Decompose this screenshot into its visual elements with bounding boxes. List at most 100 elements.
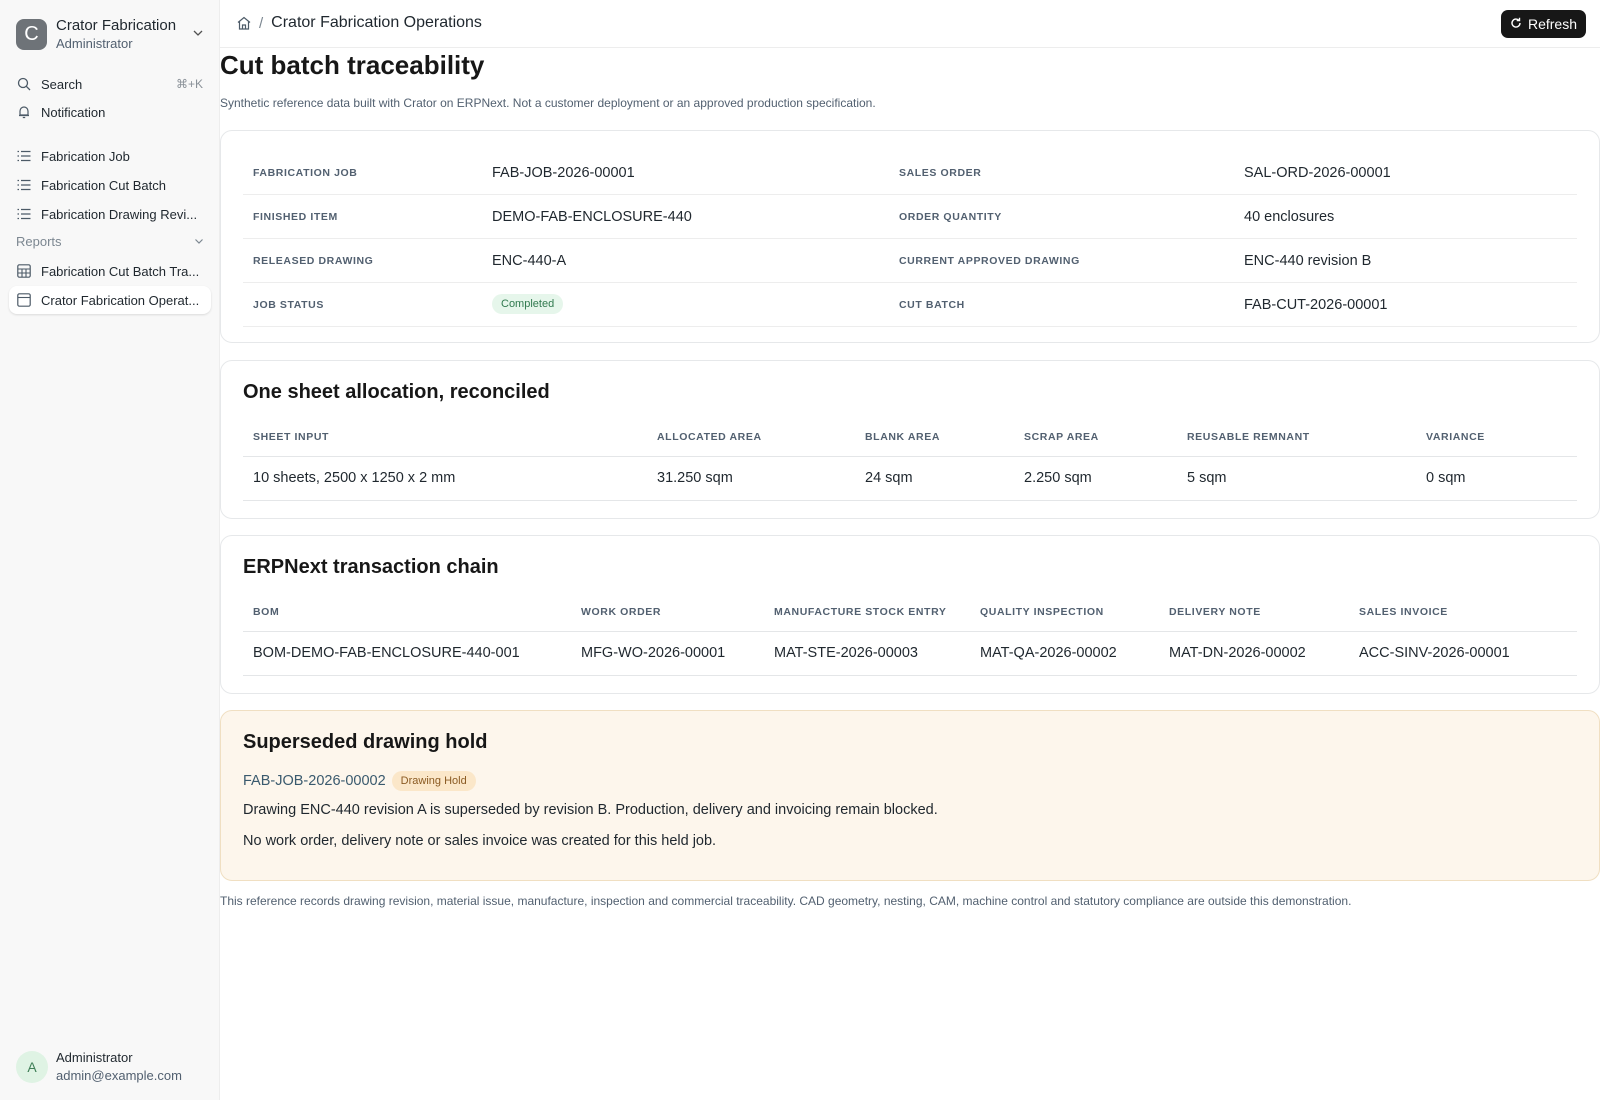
column-header: BOM	[253, 606, 280, 618]
list-icon	[16, 148, 32, 164]
user-name: Administrator	[56, 1050, 133, 1065]
cut-batch-link[interactable]: FAB-CUT-2026-00001	[1244, 297, 1387, 313]
chevron-down-icon	[194, 234, 204, 249]
transaction-chain-card: ERPNext transaction chain BOM WORK ORDER…	[220, 535, 1600, 694]
sales-order-label: SALES ORDER	[899, 166, 982, 179]
sidebar-search[interactable]: Search ⌘+K	[9, 70, 211, 98]
sidebar-item-label: Crator Fabrication Operat...	[41, 292, 200, 308]
released-drawing-link[interactable]: ENC-440-A	[492, 253, 566, 269]
quality-inspection-link[interactable]: MAT-QA-2026-00002	[980, 645, 1117, 661]
stock-entry-link[interactable]: MAT-STE-2026-00003	[774, 645, 918, 661]
workspace-role: Administrator	[56, 36, 133, 51]
sales-invoice-link[interactable]: ACC-SINV-2026-00001	[1359, 645, 1510, 661]
held-job-link[interactable]: FAB-JOB-2026-00002	[243, 773, 386, 789]
order-quantity-label: ORDER QUANTITY	[899, 210, 1002, 223]
status-badge: Completed	[492, 294, 564, 314]
sidebar-item-fabrication-drawing-revision[interactable]: Fabrication Drawing Revi...	[9, 200, 211, 228]
held-job: FAB-JOB-2026-00002 Drawing Hold	[243, 771, 476, 791]
refresh-icon	[1510, 16, 1522, 32]
breadcrumb-current[interactable]: Crator Fabrication Operations	[271, 14, 482, 32]
order-quantity-value: 40 enclosures	[1244, 208, 1335, 225]
column-header: WORK ORDER	[581, 606, 662, 618]
hold-title: Superseded drawing hold	[243, 731, 488, 753]
sidebar: C Crator Fabrication Administrator Searc…	[0, 0, 220, 1100]
job-status-label: JOB STATUS	[253, 298, 324, 311]
sales-order-link[interactable]: SAL-ORD-2026-00001	[1244, 165, 1391, 181]
reusable-remnant-cell: 5 sqm	[1187, 470, 1227, 486]
column-header: MANUFACTURE STOCK ENTRY	[774, 606, 947, 618]
released-drawing-label: RELEASED DRAWING	[253, 254, 374, 267]
page-title: Cut batch traceability	[220, 50, 485, 80]
hold-note: No work order, delivery note or sales in…	[243, 833, 717, 849]
workspace-switcher[interactable]: C Crator Fabrication Administrator	[16, 14, 206, 54]
topbar: / Crator Fabrication Operations Refresh	[220, 0, 1600, 48]
summary-row: JOB STATUS Completed CUT BATCH FAB-CUT-2…	[243, 283, 1577, 327]
search-shortcut: ⌘+K	[175, 77, 203, 91]
reports-label: Reports	[16, 234, 62, 249]
finished-item-link[interactable]: DEMO-FAB-ENCLOSURE-440	[492, 209, 692, 225]
breadcrumb: / Crator Fabrication Operations	[236, 14, 482, 32]
column-header: SCRAP AREA	[1024, 431, 1099, 443]
finished-item-label: FINISHED ITEM	[253, 210, 338, 223]
sidebar-item-label: Fabrication Cut Batch Tra...	[41, 263, 200, 279]
sidebar-item-fabrication-cut-batch[interactable]: Fabrication Cut Batch	[9, 171, 211, 199]
avatar: A	[16, 1051, 48, 1083]
status-badge: Drawing Hold	[391, 771, 476, 791]
sidebar-item-cut-batch-report[interactable]: Fabrication Cut Batch Tra...	[9, 257, 211, 285]
delivery-note-link[interactable]: MAT-DN-2026-00002	[1169, 645, 1306, 661]
table-header: BOM WORK ORDER MANUFACTURE STOCK ENTRY Q…	[243, 592, 1577, 632]
bom-link[interactable]: BOM-DEMO-FAB-ENCLOSURE-440-001	[253, 645, 520, 661]
allocation-title: One sheet allocation, reconciled	[243, 381, 550, 403]
list-icon	[16, 177, 32, 193]
summary-grid: FABRICATION JOB FAB-JOB-2026-00001 SALES…	[243, 151, 1577, 327]
sidebar-item-label: Fabrication Cut Batch	[41, 177, 167, 193]
user-email: admin@example.com	[56, 1068, 182, 1083]
sidebar-item-label: Fabrication Drawing Revi...	[41, 206, 198, 222]
column-header: BLANK AREA	[865, 431, 941, 443]
chain-title: ERPNext transaction chain	[243, 556, 499, 578]
column-header: SALES INVOICE	[1359, 606, 1448, 618]
blank-area-cell: 24 sqm	[865, 470, 913, 486]
drawing-hold-card: Superseded drawing hold FAB-JOB-2026-000…	[220, 710, 1600, 881]
page-footnote: This reference records drawing revision,…	[220, 894, 1352, 908]
allocated-area-cell: 31.250 sqm	[657, 470, 733, 486]
column-header: ALLOCATED AREA	[657, 431, 762, 443]
refresh-button[interactable]: Refresh	[1500, 10, 1586, 38]
summary-card: FABRICATION JOB FAB-JOB-2026-00001 SALES…	[220, 130, 1600, 343]
current-drawing-link[interactable]: ENC-440 revision B	[1244, 253, 1371, 269]
fabrication-job-link[interactable]: FAB-JOB-2026-00001	[492, 165, 635, 181]
sidebar-item-fabrication-job[interactable]: Fabrication Job	[9, 142, 211, 170]
job-status-value: Completed	[492, 294, 564, 314]
workspace-name: Crator Fabrication	[56, 17, 177, 34]
bell-icon	[16, 104, 32, 120]
page-subtitle: Synthetic reference data built with Crat…	[220, 96, 876, 110]
column-header: QUALITY INSPECTION	[980, 606, 1104, 618]
sidebar-notification[interactable]: Notification	[9, 98, 211, 126]
table-row: 10 sheets, 2500 x 1250 x 2 mm 31.250 sqm…	[243, 457, 1577, 501]
sidebar-section-reports[interactable]: Reports	[16, 234, 204, 249]
table-header: SHEET INPUT ALLOCATED AREA BLANK AREA SC…	[243, 417, 1577, 457]
sidebar-item-operations-page[interactable]: Crator Fabrication Operat...	[9, 286, 211, 314]
chevron-down-icon	[192, 26, 204, 42]
user-menu[interactable]: A Administrator admin@example.com	[16, 1049, 182, 1085]
list-icon	[16, 206, 32, 222]
column-header: DELIVERY NOTE	[1169, 606, 1261, 618]
cut-batch-label: CUT BATCH	[899, 298, 965, 311]
summary-row: FINISHED ITEM DEMO-FAB-ENCLOSURE-440 ORD…	[243, 195, 1577, 239]
column-header: REUSABLE REMNANT	[1187, 431, 1310, 443]
allocation-table: SHEET INPUT ALLOCATED AREA BLANK AREA SC…	[243, 417, 1577, 501]
refresh-label: Refresh	[1527, 16, 1577, 32]
breadcrumb-separator: /	[259, 14, 264, 32]
allocation-card: One sheet allocation, reconciled SHEET I…	[220, 360, 1600, 519]
variance-cell: 0 sqm	[1426, 470, 1466, 486]
column-header: VARIANCE	[1426, 431, 1485, 443]
chain-table: BOM WORK ORDER MANUFACTURE STOCK ENTRY Q…	[243, 592, 1577, 676]
search-icon	[16, 76, 32, 92]
column-header: SHEET INPUT	[253, 431, 330, 443]
home-icon[interactable]	[236, 15, 252, 31]
fabrication-job-label: FABRICATION JOB	[253, 166, 358, 179]
sidebar-item-label: Fabrication Job	[41, 148, 130, 164]
search-label: Search	[41, 76, 83, 92]
work-order-link[interactable]: MFG-WO-2026-00001	[581, 645, 725, 661]
current-drawing-label: CURRENT APPROVED DRAWING	[899, 254, 1080, 267]
